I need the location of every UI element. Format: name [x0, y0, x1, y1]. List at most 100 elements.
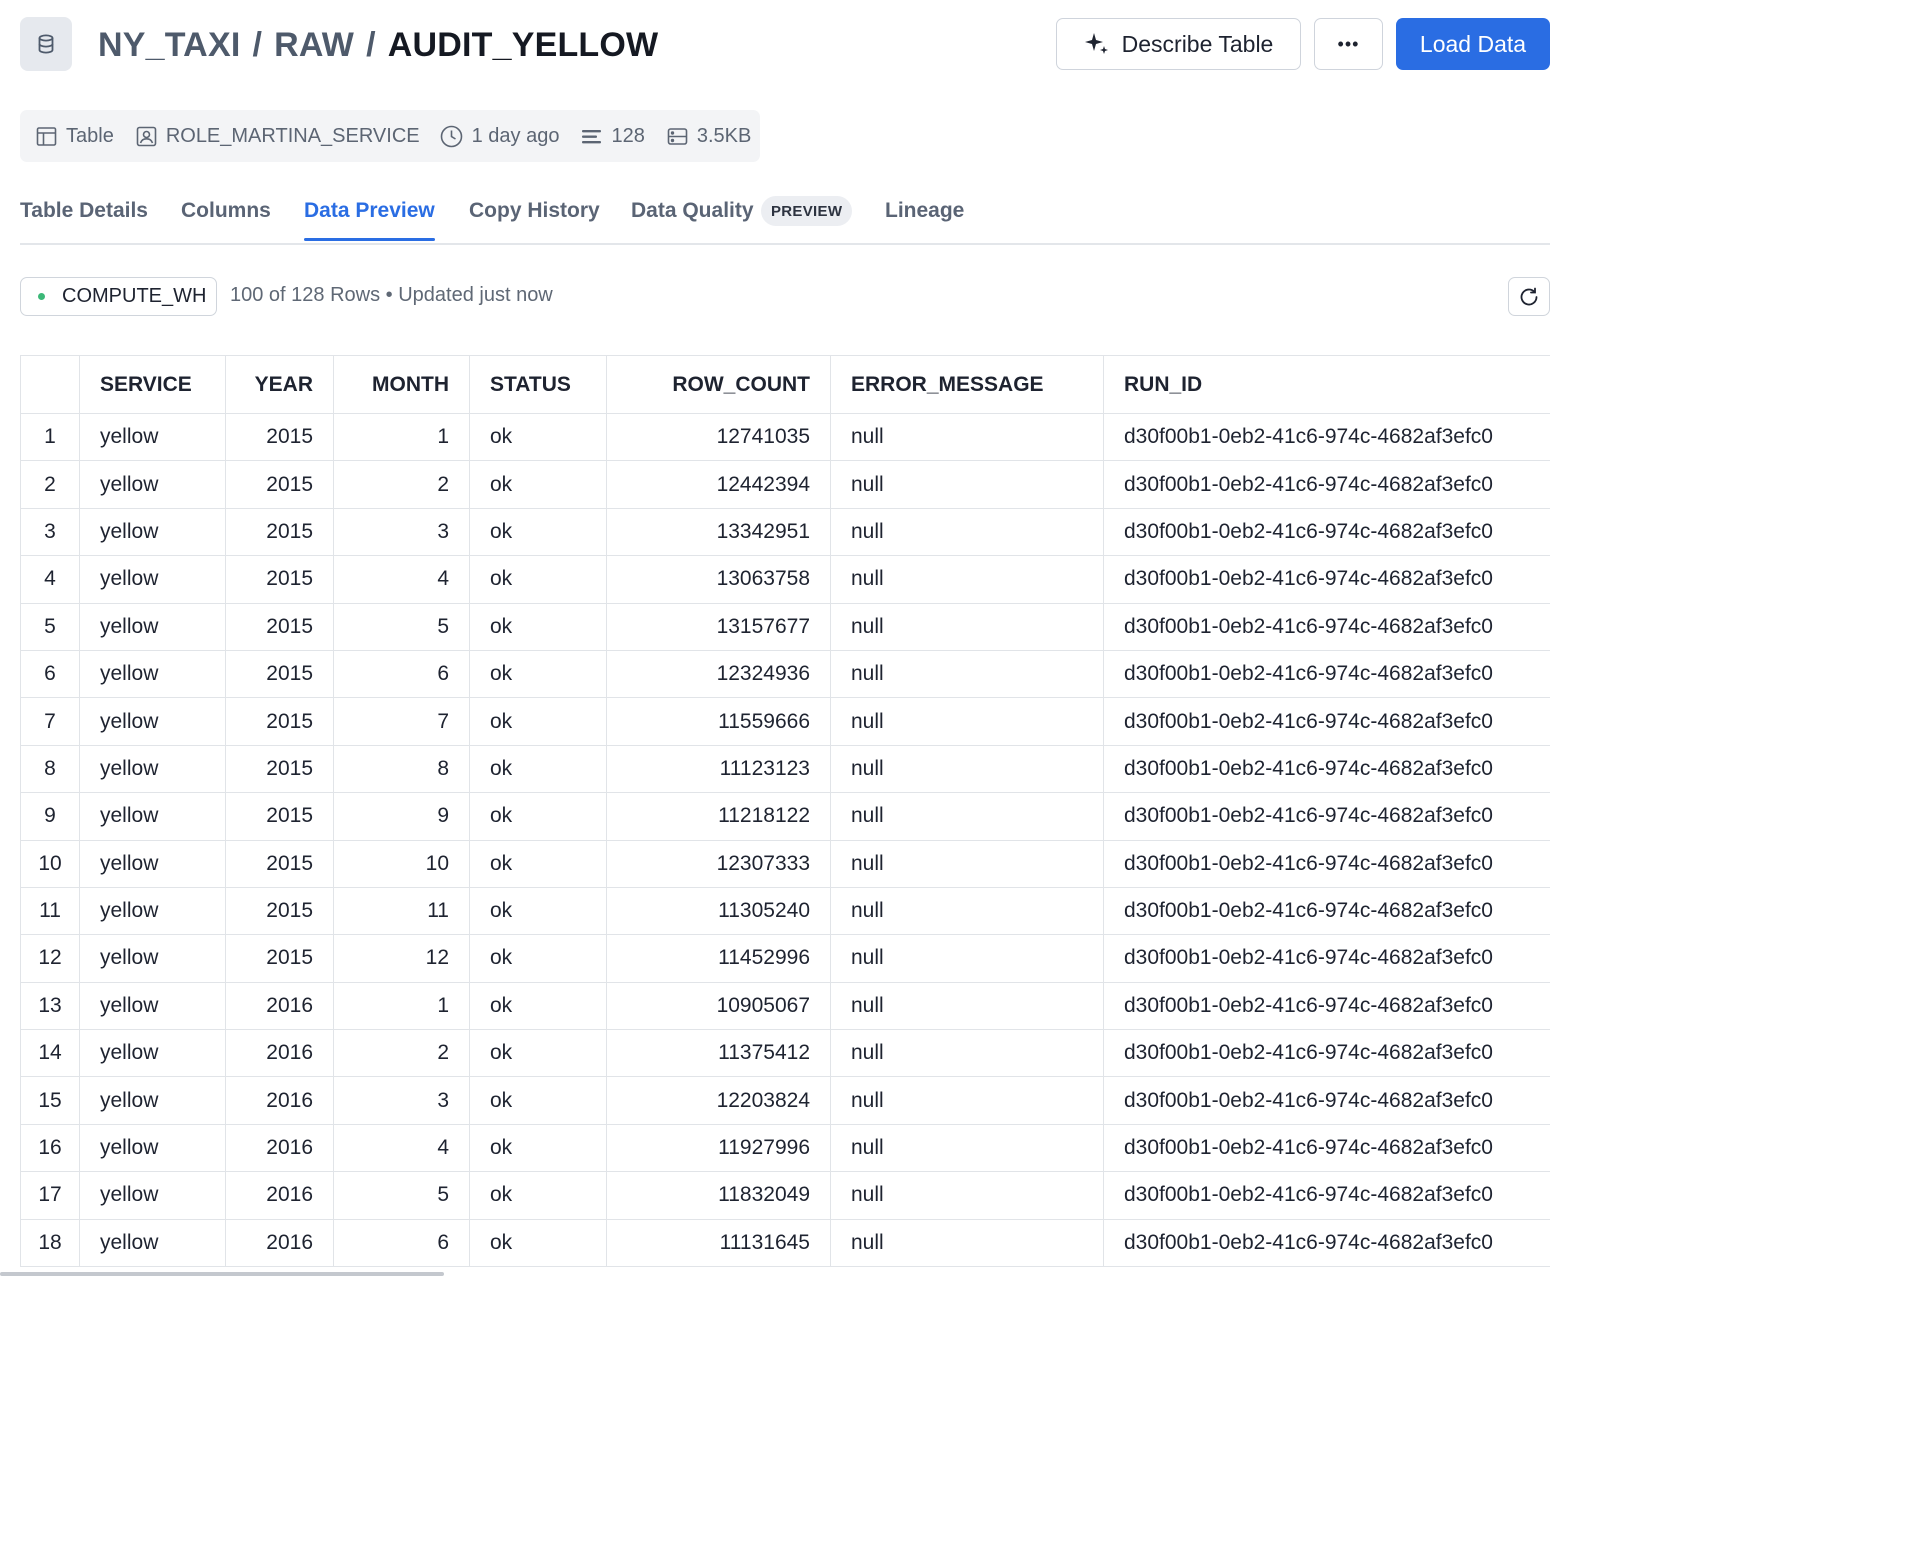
cell-run-id[interactable]: d30f00b1-0eb2-41c6-974c-4682af3efc0 [1103, 412, 1550, 462]
table-row[interactable]: 7 yellow 2015 7 ok 11559666 null d30f00b1-0eb2-… [20, 697, 1550, 746]
load-data-button[interactable]: Load Data [1396, 18, 1550, 70]
cell-month[interactable]: 10 [333, 839, 470, 888]
cell-row-count[interactable]: 13157677 [606, 602, 831, 651]
cell-year[interactable]: 2015 [225, 412, 334, 462]
cell-service[interactable]: yellow [79, 1123, 226, 1173]
cell-status[interactable]: ok [469, 1123, 607, 1173]
cell-status[interactable]: ok [469, 460, 607, 509]
table-row[interactable]: 10 yellow 2015 10 ok 12307333 null d30f00b1-0eb… [20, 839, 1550, 888]
cell-status[interactable]: ok [469, 1029, 607, 1078]
cell-error-message[interactable]: null [830, 792, 1104, 841]
cell-service[interactable]: yellow [79, 981, 226, 1031]
cell-year[interactable]: 2015 [225, 792, 334, 841]
cell-year[interactable]: 2016 [225, 1171, 334, 1220]
cell-run-id[interactable]: d30f00b1-0eb2-41c6-974c-4682af3efc0 [1103, 697, 1550, 746]
table-row[interactable]: 15 yellow 2016 3 ok 12203824 null d30f00b1-0eb2… [20, 1076, 1550, 1125]
cell-error-message[interactable]: null [830, 934, 1104, 983]
cell-run-id[interactable]: d30f00b1-0eb2-41c6-974c-4682af3efc0 [1103, 1029, 1550, 1078]
cell-month[interactable]: 5 [333, 1171, 470, 1220]
cell-service[interactable]: yellow [79, 1029, 226, 1078]
tab-lineage[interactable]: Lineage [885, 199, 964, 223]
column-header-year[interactable]: YEAR [225, 355, 334, 414]
cell-year[interactable]: 2015 [225, 649, 334, 699]
cell-run-id[interactable]: d30f00b1-0eb2-41c6-974c-4682af3efc0 [1103, 460, 1550, 509]
cell-month[interactable]: 4 [333, 555, 470, 604]
refresh-button[interactable] [1508, 277, 1550, 316]
table-row[interactable]: 4 yellow 2015 4 ok 13063758 null d30f00b1-0eb2-… [20, 555, 1550, 604]
cell-status[interactable]: ok [469, 412, 607, 462]
cell-status[interactable]: ok [469, 555, 607, 604]
cell-row-count[interactable]: 10905067 [606, 981, 831, 1031]
row-index[interactable]: 5 [20, 602, 80, 651]
cell-row-count[interactable]: 11832049 [606, 1171, 831, 1220]
cell-error-message[interactable]: null [830, 1076, 1104, 1125]
table-row[interactable]: 8 yellow 2015 8 ok 11123123 null d30f00b1-0eb2-… [20, 744, 1550, 794]
cell-status[interactable]: ok [469, 649, 607, 699]
table-row[interactable]: 3 yellow 2015 3 ok 13342951 null d30f00b1-0eb2-… [20, 507, 1550, 557]
cell-row-count[interactable]: 13063758 [606, 555, 831, 604]
cell-error-message[interactable]: null [830, 1218, 1104, 1268]
cell-error-message[interactable]: null [830, 839, 1104, 888]
cell-month[interactable]: 1 [333, 981, 470, 1031]
cell-status[interactable]: ok [469, 1218, 607, 1268]
cell-month[interactable]: 4 [333, 1123, 470, 1173]
column-header-month[interactable]: MONTH [333, 355, 470, 414]
column-header-service[interactable]: SERVICE [79, 355, 226, 414]
tab-table-details[interactable]: Table Details [20, 199, 148, 223]
cell-month[interactable]: 11 [333, 886, 470, 936]
cell-row-count[interactable]: 11123123 [606, 744, 831, 794]
cell-service[interactable]: yellow [79, 602, 226, 651]
table-row[interactable]: 17 yellow 2016 5 ok 11832049 null d30f00b1-0eb2… [20, 1171, 1550, 1220]
cell-run-id[interactable]: d30f00b1-0eb2-41c6-974c-4682af3efc0 [1103, 1123, 1550, 1173]
cell-error-message[interactable]: null [830, 697, 1104, 746]
row-index[interactable]: 2 [20, 460, 80, 509]
cell-year[interactable]: 2016 [225, 1076, 334, 1125]
cell-row-count[interactable]: 13342951 [606, 507, 831, 557]
cell-error-message[interactable]: null [830, 886, 1104, 936]
cell-service[interactable]: yellow [79, 1171, 226, 1220]
cell-error-message[interactable]: null [830, 507, 1104, 557]
table-row[interactable]: 5 yellow 2015 5 ok 13157677 null d30f00b1-0eb2-… [20, 602, 1550, 651]
cell-error-message[interactable]: null [830, 412, 1104, 462]
describe-table-button[interactable]: Describe Table [1056, 18, 1301, 70]
cell-service[interactable]: yellow [79, 934, 226, 983]
column-header-error-message[interactable]: ERROR_MESSAGE [830, 355, 1104, 414]
cell-service[interactable]: yellow [79, 1076, 226, 1125]
cell-run-id[interactable]: d30f00b1-0eb2-41c6-974c-4682af3efc0 [1103, 744, 1550, 794]
cell-month[interactable]: 12 [333, 934, 470, 983]
cell-row-count[interactable]: 12741035 [606, 412, 831, 462]
cell-run-id[interactable]: d30f00b1-0eb2-41c6-974c-4682af3efc0 [1103, 1218, 1550, 1268]
cell-run-id[interactable]: d30f00b1-0eb2-41c6-974c-4682af3efc0 [1103, 1076, 1550, 1125]
tab-data-preview[interactable]: Data Preview [304, 199, 435, 241]
cell-service[interactable]: yellow [79, 792, 226, 841]
cell-year[interactable]: 2015 [225, 839, 334, 888]
cell-status[interactable]: ok [469, 839, 607, 888]
cell-run-id[interactable]: d30f00b1-0eb2-41c6-974c-4682af3efc0 [1103, 981, 1550, 1031]
tab-copy-history[interactable]: Copy History [469, 199, 600, 223]
cell-month[interactable]: 2 [333, 1029, 470, 1078]
cell-status[interactable]: ok [469, 981, 607, 1031]
cell-row-count[interactable]: 11452996 [606, 934, 831, 983]
row-index[interactable]: 13 [20, 981, 80, 1031]
cell-service[interactable]: yellow [79, 507, 226, 557]
table-row[interactable]: 9 yellow 2015 9 ok 11218122 null d30f00b1-0eb2-… [20, 792, 1550, 841]
table-row[interactable]: 13 yellow 2016 1 ok 10905067 null d30f00b1-0eb2… [20, 981, 1550, 1031]
cell-year[interactable]: 2015 [225, 555, 334, 604]
column-header-run-id[interactable]: RUN_ID [1103, 355, 1550, 414]
column-header-row-count[interactable]: ROW_COUNT [606, 355, 831, 414]
cell-error-message[interactable]: null [830, 460, 1104, 509]
row-index[interactable]: 6 [20, 649, 80, 699]
row-index[interactable]: 11 [20, 886, 80, 936]
table-row[interactable]: 1 yellow 2015 1 ok 12741035 null d30f00b1-0eb2-… [20, 412, 1550, 462]
cell-month[interactable]: 3 [333, 507, 470, 557]
cell-year[interactable]: 2016 [225, 1123, 334, 1173]
cell-run-id[interactable]: d30f00b1-0eb2-41c6-974c-4682af3efc0 [1103, 886, 1550, 936]
cell-service[interactable]: yellow [79, 1218, 226, 1268]
cell-row-count[interactable]: 12307333 [606, 839, 831, 888]
tab-data-quality[interactable]: Data Quality [631, 199, 754, 223]
tab-columns[interactable]: Columns [181, 199, 271, 223]
row-index[interactable]: 10 [20, 839, 80, 888]
cell-status[interactable]: ok [469, 507, 607, 557]
cell-row-count[interactable]: 12442394 [606, 460, 831, 509]
cell-year[interactable]: 2015 [225, 697, 334, 746]
